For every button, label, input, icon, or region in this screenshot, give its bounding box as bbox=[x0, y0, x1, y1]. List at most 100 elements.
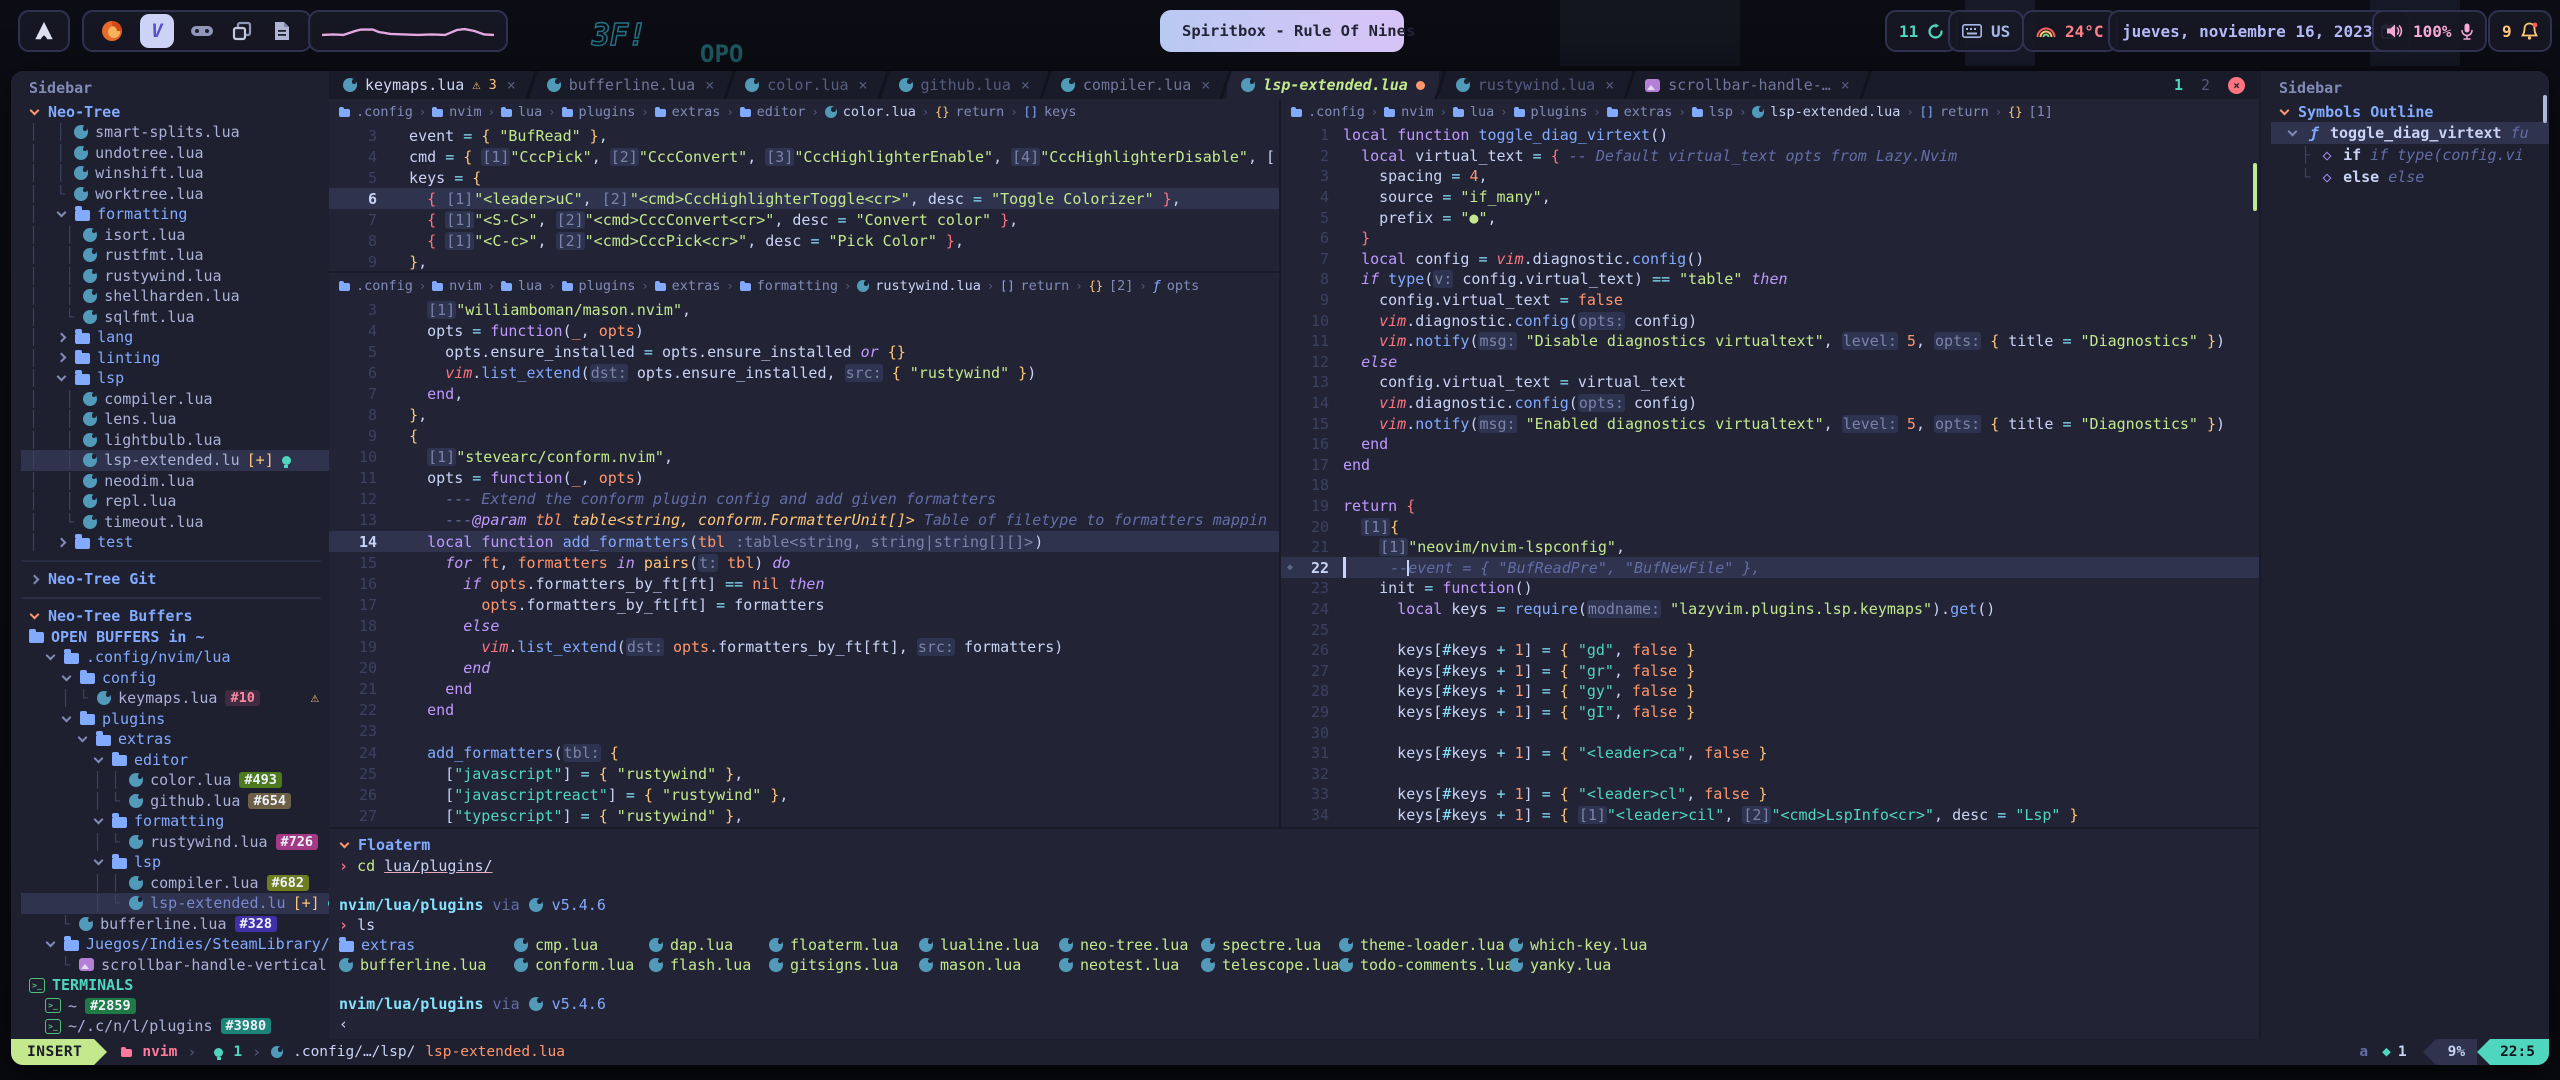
code-line[interactable]: 15 vim.notify(msg: "Enabled diagnostics … bbox=[1281, 413, 2259, 434]
tree-item[interactable]: lsp bbox=[21, 852, 329, 873]
gamepad-icon[interactable] bbox=[190, 19, 214, 43]
code-line[interactable]: 8 { [1]"<C-c>", [2]"<cmd>CccPick<cr>", d… bbox=[329, 230, 1279, 251]
code-line[interactable]: 7 end, bbox=[329, 383, 1279, 404]
tree-item[interactable]: │ │ neodim.lua bbox=[21, 471, 329, 492]
document-icon[interactable] bbox=[270, 19, 294, 43]
spotify-widget[interactable]: Spiritbox - Rule Of Nines bbox=[1160, 10, 1404, 52]
code-line[interactable]: 7 local config = vim.diagnostic.config() bbox=[1281, 249, 2259, 270]
tab-close-icon[interactable]: × bbox=[859, 76, 868, 94]
code-line[interactable]: 16 end bbox=[1281, 434, 2259, 455]
code-line[interactable]: 6 } bbox=[1281, 228, 2259, 249]
tree-item[interactable]: │ │ compiler.lua bbox=[21, 389, 329, 410]
code-line[interactable]: 24 local keys = require(modname: "lazyvi… bbox=[1281, 599, 2259, 620]
tree-item[interactable]: │ │ shellharden.lua bbox=[21, 286, 329, 307]
tree-item[interactable]: │ │ color.lua#493 bbox=[21, 770, 329, 791]
tab-close-icon[interactable]: × bbox=[1841, 76, 1850, 94]
tab-compiler-lua[interactable]: compiler.lua× bbox=[1047, 71, 1224, 99]
tree-item[interactable]: └ scrollbar-handle-vertical.p bbox=[21, 955, 329, 976]
tree-item[interactable]: Juegos/Indies/SteamLibrary/st bbox=[21, 934, 329, 955]
code-line[interactable]: 10 [1]"stevearc/conform.nvim", bbox=[329, 447, 1279, 468]
code-line[interactable]: 5 prefix = "●", bbox=[1281, 207, 2259, 228]
code-line[interactable]: 12 else bbox=[1281, 352, 2259, 373]
clock-widget[interactable]: jueves, noviembre 16, 2023 bbox=[2108, 10, 2411, 52]
tree-item[interactable]: │ │ isort.lua bbox=[21, 225, 329, 246]
code-line[interactable]: 26 ["javascriptreact"] = { "rustywind" }… bbox=[329, 784, 1279, 805]
weather-widget[interactable]: 24°C bbox=[2022, 10, 2118, 52]
outline-item[interactable]: ├ ◇ifif type(config.vi bbox=[2271, 144, 2549, 166]
tree-item[interactable]: plugins bbox=[21, 709, 329, 730]
outline-item[interactable]: └ ◇elseelse bbox=[2271, 166, 2549, 188]
tabpage-1[interactable]: 1 bbox=[2174, 76, 2183, 94]
code-line[interactable]: 9 config.virtual_text = false bbox=[1281, 290, 2259, 311]
code-line[interactable]: 4 opts = function(_, opts) bbox=[329, 320, 1279, 341]
launcher-button[interactable] bbox=[18, 10, 70, 52]
neotree-buffers-section-header[interactable]: Neo-Tree Buffers bbox=[21, 606, 329, 627]
code-line[interactable]: 17end bbox=[1281, 455, 2259, 476]
code-line[interactable]: 16 if opts.formatters_by_ft[ft] == nil t… bbox=[329, 573, 1279, 594]
code-line[interactable]: 3 [1]"williamboman/mason.nvim", bbox=[329, 299, 1279, 320]
tree-item[interactable]: │ └ rustywind.lua#726 bbox=[21, 832, 329, 853]
code-line[interactable]: 12 --- Extend the conform plugin config … bbox=[329, 489, 1279, 510]
tree-item[interactable]: │ │ lsp-extended.lu[+] bbox=[21, 450, 329, 471]
tree-item[interactable]: │ │ lens.lua bbox=[21, 409, 329, 430]
audio-widget[interactable]: 100% bbox=[2372, 10, 2487, 52]
code-line[interactable]: 23 bbox=[329, 721, 1279, 742]
code-line[interactable]: 10 vim.diagnostic.config(opts: config) bbox=[1281, 310, 2259, 331]
tree-item[interactable]: │ lsp bbox=[21, 368, 329, 389]
outline-item[interactable]: ƒtoggle_diag_virtextfu bbox=[2271, 122, 2549, 144]
tab-close-icon[interactable]: × bbox=[1605, 76, 1614, 94]
symbols-outline-header[interactable]: Symbols Outline bbox=[2271, 101, 2549, 122]
tree-item[interactable]: formatting bbox=[21, 811, 329, 832]
tree-item[interactable]: │ └ sqlfmt.lua bbox=[21, 307, 329, 328]
tree-item[interactable]: config bbox=[21, 668, 329, 689]
tab-close-icon[interactable]: × bbox=[1201, 76, 1210, 94]
code-line[interactable]: 26 keys[#keys + 1] = { "gd", false } bbox=[1281, 640, 2259, 661]
tree-item[interactable]: │ │ rustywind.lua bbox=[21, 266, 329, 287]
code-line[interactable]: 9 }, bbox=[329, 252, 1279, 273]
code-line[interactable]: 4 source = "if_many", bbox=[1281, 187, 2259, 208]
tab-keymaps-lua[interactable]: keymaps.lua⚠ 3× bbox=[329, 71, 530, 99]
code-line[interactable]: 5 keys = { bbox=[329, 167, 1279, 188]
tree-item[interactable]: │ │ undotree.lua bbox=[21, 143, 329, 164]
tree-item[interactable]: >_~#2859 bbox=[21, 996, 329, 1017]
code-line[interactable]: 25 bbox=[1281, 619, 2259, 640]
tab-close-icon[interactable]: × bbox=[1021, 76, 1030, 94]
tree-item[interactable]: OPEN BUFFERS in ~ bbox=[21, 627, 329, 648]
code-line[interactable]: 9 { bbox=[329, 426, 1279, 447]
code-line[interactable]: 19 vim.list_extend(dst: opts.formatters_… bbox=[329, 637, 1279, 658]
tree-item[interactable]: │ │ winshift.lua bbox=[21, 163, 329, 184]
firefox-icon[interactable] bbox=[100, 19, 124, 43]
notifications-widget[interactable]: 9 bbox=[2488, 10, 2552, 52]
code-line[interactable]: 21 [1]"neovim/nvim-lspconfig", bbox=[1281, 537, 2259, 558]
tree-item[interactable]: │ formatting bbox=[21, 204, 329, 225]
tab-scrollbar-handle-[interactable]: scrollbar-handle-…× bbox=[1631, 71, 1864, 99]
neovim-icon[interactable]: V bbox=[140, 14, 174, 48]
tree-item[interactable]: >_~/.c/n/l/plugins#3980 bbox=[21, 1016, 329, 1037]
code-line[interactable]: 24 add_formatters(tbl: { bbox=[329, 742, 1279, 763]
code-line[interactable]: 30 bbox=[1281, 722, 2259, 743]
code-line[interactable]: 7 { [1]"<S-C>", [2]"<cmd>CccConvert<cr>"… bbox=[329, 209, 1279, 230]
tree-item[interactable]: │ │ compiler.lua#682 bbox=[21, 873, 329, 894]
code-line[interactable]: 3 event = { "BufRead" }, bbox=[329, 125, 1279, 146]
tree-item[interactable]: │ └ timeout.lua bbox=[21, 512, 329, 533]
tree-item[interactable]: │ lang bbox=[21, 327, 329, 348]
tab-lsp-extended-lua[interactable]: lsp-extended.lua bbox=[1227, 71, 1439, 99]
tree-item[interactable]: extras bbox=[21, 729, 329, 750]
code-line[interactable]: 28 keys[#keys + 1] = { "gy", false } bbox=[1281, 681, 2259, 702]
tree-item[interactable]: │ │ repl.lua bbox=[21, 491, 329, 512]
tree-item[interactable]: │ └ github.lua#654 bbox=[21, 791, 329, 812]
code-line[interactable]: 18 bbox=[1281, 475, 2259, 496]
code-line[interactable]: 18 else bbox=[329, 615, 1279, 636]
code-line[interactable]: 21 end bbox=[329, 679, 1279, 700]
code-line[interactable]: 29 keys[#keys + 1] = { "gI", false } bbox=[1281, 702, 2259, 723]
code-line[interactable]: 14 local function add_formatters(tbl :ta… bbox=[329, 531, 1279, 552]
code-line[interactable]: 5 opts.ensure_installed = opts.ensure_in… bbox=[329, 341, 1279, 362]
editor-pane-lsp-extended-lua[interactable]: .config›nvim›lua›plugins›extras›lsp›lsp-… bbox=[1281, 99, 2259, 827]
code-line[interactable]: 11 vim.notify(msg: "Disable diagnostics … bbox=[1281, 331, 2259, 352]
tree-item[interactable]: .config/nvim/lua bbox=[21, 647, 329, 668]
tree-item[interactable]: │ └ keymaps.lua#10⚠ bbox=[21, 688, 329, 709]
editor-pane-color-lua[interactable]: .config›nvim›lua›plugins›extras›editor›c… bbox=[329, 99, 1279, 273]
code-line[interactable]: ◆22 --event = { "BufReadPre", "BufNewFil… bbox=[1281, 557, 2259, 578]
tree-item[interactable]: └ bufferline.lua#328 bbox=[21, 914, 329, 935]
keyboard-layout-widget[interactable]: US bbox=[1948, 10, 2024, 52]
